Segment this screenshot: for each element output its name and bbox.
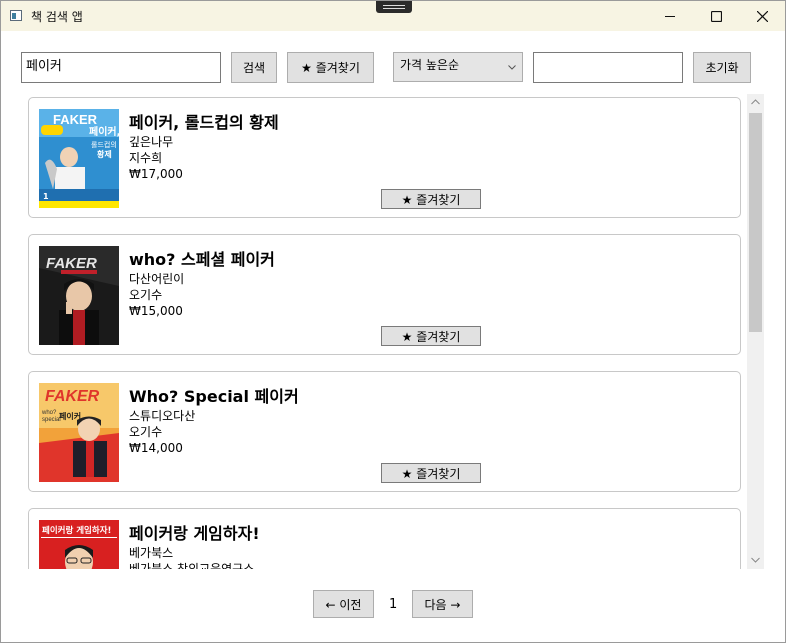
svg-text:페이커,: 페이커, (89, 125, 119, 138)
snap-grip-icon[interactable] (376, 1, 412, 13)
svg-text:롤드컵의: 롤드컵의 (91, 140, 117, 149)
book-cover-image: FAKER 페이커, 롤드컵의 황제 1 (39, 109, 119, 208)
current-page: 1 (389, 597, 398, 612)
svg-text:FAKER: FAKER (53, 112, 98, 127)
svg-text:페이커랑 게임하자!: 페이커랑 게임하자! (42, 525, 111, 536)
results-scrollbar[interactable] (747, 94, 764, 569)
add-favorite-button[interactable]: ★ 즐겨찾기 (381, 189, 481, 209)
svg-text:who?: who? (41, 410, 57, 416)
chevron-down-icon (508, 65, 516, 70)
book-title: Who? Special 페이커 (129, 387, 299, 406)
book-card: 페이커랑 게임하자! 페이커랑 게임하자! 베가북스 베가북스 창의교육연구소 (28, 508, 741, 569)
close-button[interactable] (739, 1, 785, 31)
window-title: 책 검색 앱 (31, 10, 83, 24)
close-icon (756, 10, 768, 22)
minimize-button[interactable] (647, 1, 693, 31)
book-card: FAKER 페이커, 롤드컵의 황제 1 페이커, 롤드컵의 황제 깊은나무 지… (28, 97, 741, 218)
next-page-button[interactable]: 다음 → (412, 590, 473, 618)
app-icon (10, 10, 22, 21)
maximize-button[interactable] (693, 1, 739, 31)
book-card: FAKER who? special 페이커 Who? Special 페이커 … (28, 371, 741, 492)
title-bar[interactable]: 책 검색 앱 (1, 1, 785, 31)
book-price: ₩15,000 (129, 304, 183, 318)
book-author: 베가북스 창의교육연구소 (129, 562, 255, 569)
book-publisher: 스튜디오다산 (129, 409, 196, 423)
book-publisher: 다산어린이 (129, 272, 185, 286)
scroll-down-icon[interactable] (751, 557, 760, 563)
svg-text:FAKER: FAKER (46, 255, 97, 272)
reset-button[interactable]: 초기화 (693, 52, 751, 83)
svg-text:special: special (42, 417, 61, 423)
book-cover-image: FAKER who? special 페이커 (39, 383, 119, 482)
book-price: ₩17,000 (129, 167, 183, 181)
add-favorite-button[interactable]: ★ 즐겨찾기 (381, 326, 481, 346)
book-price: ₩14,000 (129, 441, 183, 455)
book-card: FAKER who? 스페셜 페이커 다산어린이 오기수 ₩15,000 ★ 즐… (28, 234, 741, 355)
book-title: 페이커랑 게임하자! (129, 524, 260, 543)
sort-select[interactable]: 가격 높은순 (393, 52, 523, 82)
svg-text:페이커: 페이커 (59, 411, 81, 421)
book-cover-image: FAKER (39, 246, 119, 345)
book-cover-image: 페이커랑 게임하자! (39, 520, 119, 569)
app-window: 책 검색 앱 페이커 검색 ★ 즐겨찾기 가격 높은순 초기화 FAKER 페이… (0, 0, 786, 643)
filter-input[interactable] (533, 52, 683, 83)
svg-text:황제: 황제 (97, 149, 112, 159)
svg-text:1: 1 (43, 192, 49, 201)
book-publisher: 베가북스 (129, 546, 174, 560)
book-title: who? 스페셜 페이커 (129, 250, 275, 269)
sort-selected-label: 가격 높은순 (400, 58, 460, 72)
results-list[interactable]: FAKER 페이커, 롤드컵의 황제 1 페이커, 롤드컵의 황제 깊은나무 지… (21, 94, 766, 569)
search-button[interactable]: 검색 (231, 52, 277, 83)
book-publisher: 깊은나무 (129, 135, 174, 149)
scroll-thumb[interactable] (749, 113, 762, 332)
prev-page-button[interactable]: ← 이전 (313, 590, 374, 618)
favorites-button[interactable]: ★ 즐겨찾기 (287, 52, 374, 83)
book-author: 지수희 (129, 151, 163, 165)
add-favorite-button[interactable]: ★ 즐겨찾기 (381, 463, 481, 483)
search-input[interactable]: 페이커 (21, 52, 221, 83)
svg-text:FAKER: FAKER (45, 388, 100, 405)
book-title: 페이커, 롤드컵의 황제 (129, 113, 279, 132)
scroll-up-icon[interactable] (751, 99, 760, 105)
book-author: 오기수 (129, 288, 163, 302)
maximize-icon (710, 10, 722, 22)
minimize-icon (665, 16, 675, 17)
book-author: 오기수 (129, 425, 163, 439)
